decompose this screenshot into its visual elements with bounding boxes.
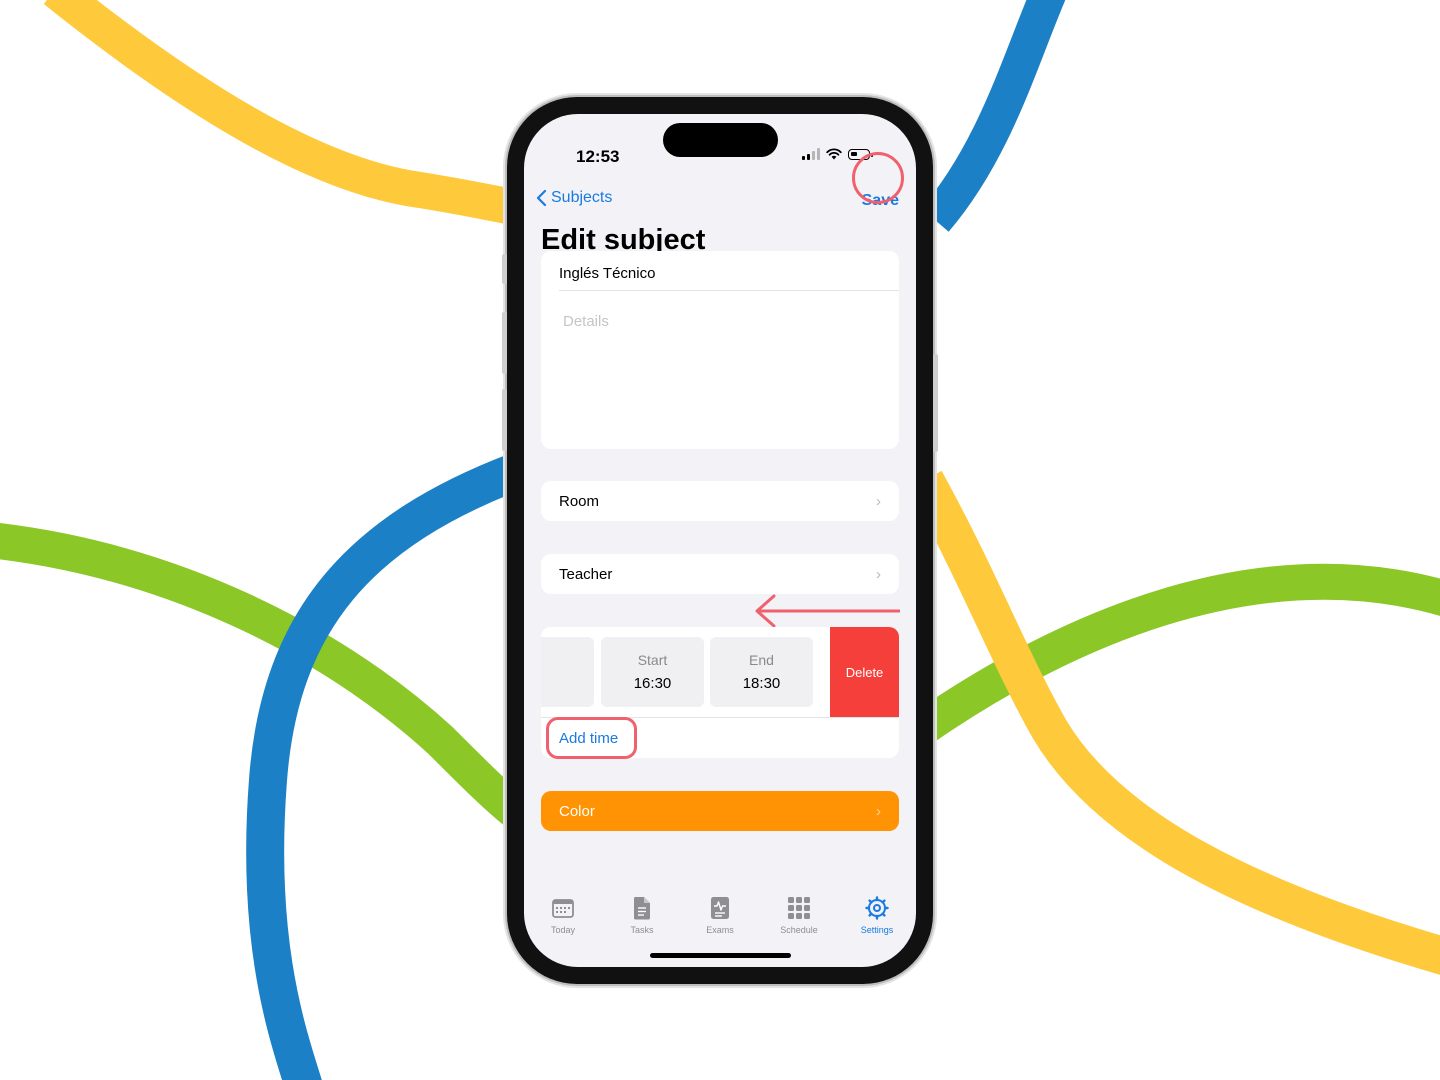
action-button <box>502 254 507 284</box>
phone-screen: 12:53 Subjects Save Edit subject Inglés … <box>524 114 916 967</box>
delete-button[interactable]: Delete <box>830 627 899 717</box>
yellow-ribbon-right <box>908 470 1440 975</box>
tab-settings-label: Settings <box>860 925 894 935</box>
end-label: End <box>749 652 774 668</box>
room-row[interactable]: Room › <box>541 481 899 521</box>
room-label: Room <box>559 492 600 510</box>
tab-bar: Today Tasks Exams Schedule Settings <box>524 892 916 952</box>
chevron-left-icon <box>536 189 547 207</box>
gear-icon <box>865 896 889 920</box>
teacher-label: Teacher <box>559 565 613 583</box>
swipe-left-arrow-icon <box>755 594 900 628</box>
end-time-tile[interactable]: End 18:30 <box>710 637 813 707</box>
document-icon <box>633 897 650 920</box>
volume-up-button <box>502 312 507 374</box>
phone-frame: 12:53 Subjects Save Edit subject Inglés … <box>502 97 938 984</box>
chevron-right-icon: › <box>876 565 881 583</box>
subject-name-field[interactable]: Inglés Técnico <box>559 265 655 282</box>
yellow-ribbon-left <box>43 0 533 228</box>
chevron-right-icon: › <box>876 802 881 820</box>
start-label: Start <box>637 652 668 668</box>
start-time-tile[interactable]: Start 16:30 <box>601 637 704 707</box>
tab-today-label: Today <box>550 925 576 935</box>
tab-tasks[interactable]: Tasks <box>607 895 677 935</box>
signal-icon <box>802 148 820 160</box>
end-value: 18:30 <box>742 675 781 692</box>
teacher-row[interactable]: Teacher › <box>541 554 899 594</box>
exam-icon <box>711 897 729 919</box>
details-field[interactable]: Details <box>563 313 609 330</box>
tab-exams[interactable]: Exams <box>685 895 755 935</box>
dynamic-island <box>663 123 778 157</box>
day-label: ay <box>541 652 594 668</box>
color-row[interactable]: Color › <box>541 791 899 831</box>
volume-down-button <box>502 389 507 451</box>
name-details-card: Inglés Técnico Details <box>541 251 899 449</box>
divider <box>559 290 899 291</box>
power-button <box>933 354 938 452</box>
start-value: 16:30 <box>633 675 672 692</box>
back-label: Subjects <box>551 189 613 206</box>
color-label: Color <box>559 802 595 820</box>
tab-schedule-label: Schedule <box>780 925 818 935</box>
blue-ribbon-top <box>921 0 1066 232</box>
calendar-icon <box>552 899 574 918</box>
tab-tasks-label: Tasks <box>630 925 654 935</box>
chevron-right-icon: › <box>876 492 881 510</box>
grid-icon <box>788 897 810 919</box>
tab-schedule[interactable]: Schedule <box>764 895 834 935</box>
status-time: 12:53 <box>576 147 620 166</box>
tab-exams-label: Exams <box>706 925 734 935</box>
tab-settings[interactable]: Settings <box>842 895 912 935</box>
tab-today[interactable]: Today <box>528 895 598 935</box>
wifi-icon <box>826 148 842 160</box>
back-button[interactable]: Subjects <box>536 189 612 207</box>
save-highlight-circle <box>852 152 904 204</box>
home-indicator <box>650 953 791 958</box>
day-tile[interactable]: ay nday <box>541 637 594 707</box>
add-time-highlight-box <box>546 717 637 759</box>
day-value: nday <box>541 675 594 692</box>
